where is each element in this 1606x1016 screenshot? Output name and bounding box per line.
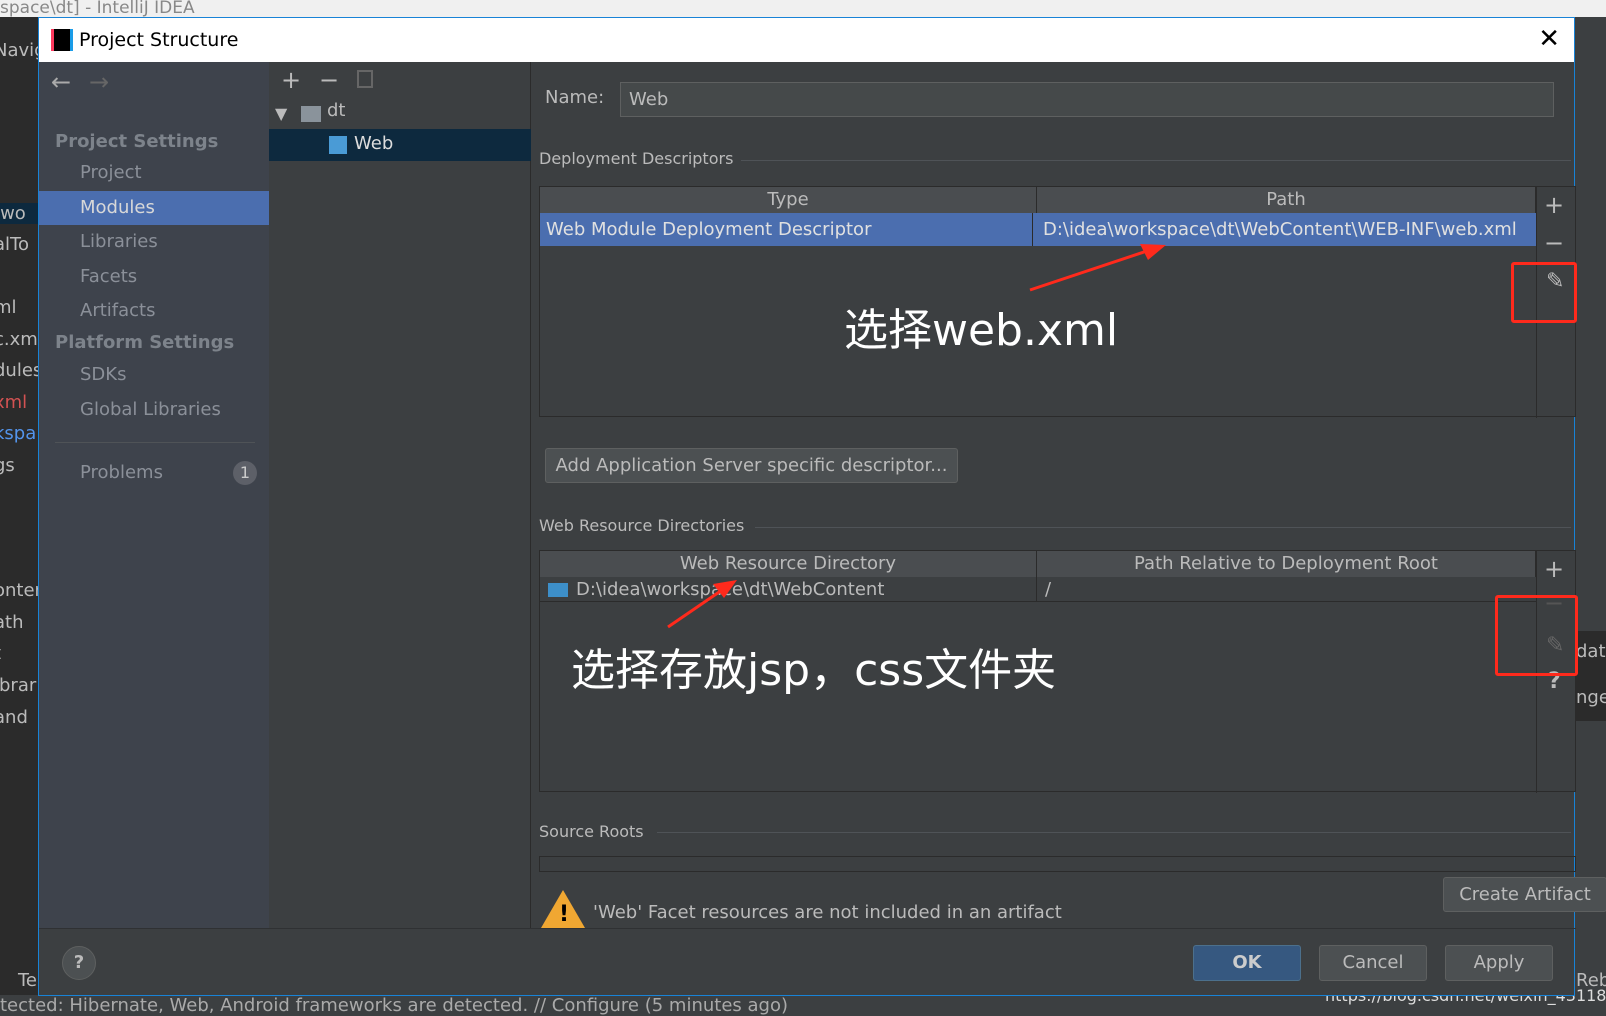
arrow-to-web-xml: [1029, 244, 1166, 292]
annotation-select-folder: 选择存放jsp，css文件夹: [571, 645, 1057, 696]
annotation-arrows: [667, 244, 1166, 629]
highlight-edit-descriptor: [1511, 262, 1577, 323]
highlight-edit-directory: [1495, 595, 1578, 676]
annotation-select-web-xml: 选择web.xml: [844, 305, 1119, 356]
arrow-to-webcontent: [667, 580, 737, 629]
